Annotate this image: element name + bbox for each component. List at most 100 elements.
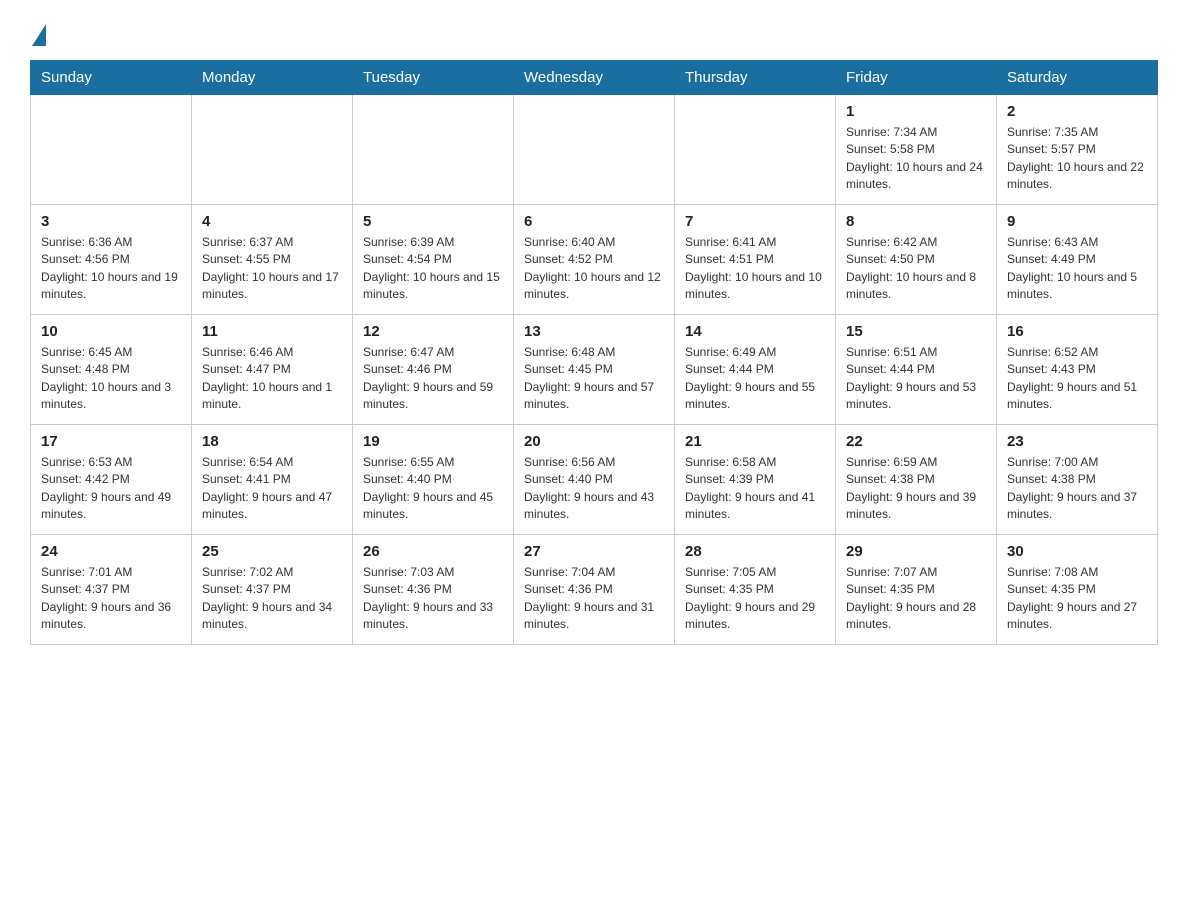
calendar-cell: 16 Sunrise: 6:52 AM Sunset: 4:43 PM Dayli…	[997, 315, 1158, 425]
day-info: Sunrise: 7:02 AM Sunset: 4:37 PM Dayligh…	[202, 564, 342, 634]
day-number: 12	[363, 323, 503, 340]
logo-triangle-icon	[32, 24, 46, 46]
calendar-cell: 17 Sunrise: 6:53 AM Sunset: 4:42 PM Dayli…	[31, 425, 192, 535]
column-header-sunday: Sunday	[31, 61, 192, 95]
calendar-cell	[675, 95, 836, 205]
day-info: Sunrise: 7:08 AM Sunset: 4:35 PM Dayligh…	[1007, 564, 1147, 634]
day-number: 24	[41, 543, 181, 560]
day-number: 10	[41, 323, 181, 340]
day-info: Sunrise: 7:01 AM Sunset: 4:37 PM Dayligh…	[41, 564, 181, 634]
calendar-cell: 15Sunrise: 6:51 AM Sunset: 4:44 PM Dayli…	[836, 315, 997, 425]
calendar-cell: 20Sunrise: 6:56 AM Sunset: 4:40 PM Dayli…	[514, 425, 675, 535]
day-number: 14	[685, 323, 825, 340]
calendar-cell	[514, 95, 675, 205]
calendar-cell: 6 Sunrise: 6:40 AM Sunset: 4:52 PM Daylig…	[514, 205, 675, 315]
calendar-week-2: 3 Sunrise: 6:36 AM Sunset: 4:56 PM Daylig…	[31, 205, 1158, 315]
calendar-cell: 13Sunrise: 6:48 AM Sunset: 4:45 PM Dayli…	[514, 315, 675, 425]
day-number: 21	[685, 433, 825, 450]
day-info: Sunrise: 6:53 AM Sunset: 4:42 PM Dayligh…	[41, 454, 181, 524]
day-number: 11	[202, 323, 342, 340]
day-info: Sunrise: 6:42 AM Sunset: 4:50 PM Dayligh…	[846, 234, 986, 304]
calendar-cell: 22 Sunrise: 6:59 AM Sunset: 4:38 PM Dayli…	[836, 425, 997, 535]
calendar-cell: 24 Sunrise: 7:01 AM Sunset: 4:37 PM Dayli…	[31, 535, 192, 645]
day-info: Sunrise: 6:58 AM Sunset: 4:39 PM Dayligh…	[685, 454, 825, 524]
calendar-cell: 10 Sunrise: 6:45 AM Sunset: 4:48 PM Dayli…	[31, 315, 192, 425]
day-number: 4	[202, 213, 342, 230]
day-number: 6	[524, 213, 664, 230]
day-number: 1	[846, 103, 986, 120]
day-number: 26	[363, 543, 503, 560]
day-number: 30	[1007, 543, 1147, 560]
day-info: Sunrise: 6:37 AM Sunset: 4:55 PM Dayligh…	[202, 234, 342, 304]
calendar-cell: 2 Sunrise: 7:35 AM Sunset: 5:57 PM Daylig…	[997, 95, 1158, 205]
day-info: Sunrise: 6:49 AM Sunset: 4:44 PM Dayligh…	[685, 344, 825, 414]
day-number: 29	[846, 543, 986, 560]
day-info: Sunrise: 6:46 AM Sunset: 4:47 PM Dayligh…	[202, 344, 342, 414]
calendar-cell: 9 Sunrise: 6:43 AM Sunset: 4:49 PM Daylig…	[997, 205, 1158, 315]
day-number: 5	[363, 213, 503, 230]
calendar-cell: 29 Sunrise: 7:07 AM Sunset: 4:35 PM Dayli…	[836, 535, 997, 645]
day-number: 9	[1007, 213, 1147, 230]
calendar-header-row: SundayMondayTuesdayWednesdayThursdayFrid…	[31, 61, 1158, 95]
calendar-cell: 30 Sunrise: 7:08 AM Sunset: 4:35 PM Dayli…	[997, 535, 1158, 645]
calendar-cell: 28 Sunrise: 7:05 AM Sunset: 4:35 PM Dayli…	[675, 535, 836, 645]
calendar-cell	[192, 95, 353, 205]
calendar-table: SundayMondayTuesdayWednesdayThursdayFrid…	[30, 60, 1158, 645]
column-header-wednesday: Wednesday	[514, 61, 675, 95]
page-header	[30, 20, 1158, 42]
day-number: 7	[685, 213, 825, 230]
day-info: Sunrise: 6:36 AM Sunset: 4:56 PM Dayligh…	[41, 234, 181, 304]
day-info: Sunrise: 6:47 AM Sunset: 4:46 PM Dayligh…	[363, 344, 503, 414]
calendar-cell: 26 Sunrise: 7:03 AM Sunset: 4:36 PM Dayli…	[353, 535, 514, 645]
day-info: Sunrise: 7:07 AM Sunset: 4:35 PM Dayligh…	[846, 564, 986, 634]
calendar-cell: 18Sunrise: 6:54 AM Sunset: 4:41 PM Dayli…	[192, 425, 353, 535]
day-info: Sunrise: 6:56 AM Sunset: 4:40 PM Dayligh…	[524, 454, 664, 524]
day-info: Sunrise: 6:41 AM Sunset: 4:51 PM Dayligh…	[685, 234, 825, 304]
day-number: 22	[846, 433, 986, 450]
calendar-cell: 1 Sunrise: 7:34 AM Sunset: 5:58 PM Daylig…	[836, 95, 997, 205]
calendar-cell: 19 Sunrise: 6:55 AM Sunset: 4:40 PM Dayli…	[353, 425, 514, 535]
logo	[30, 20, 46, 42]
day-number: 13	[524, 323, 664, 340]
calendar-week-3: 10 Sunrise: 6:45 AM Sunset: 4:48 PM Dayli…	[31, 315, 1158, 425]
day-number: 19	[363, 433, 503, 450]
calendar-week-4: 17 Sunrise: 6:53 AM Sunset: 4:42 PM Dayli…	[31, 425, 1158, 535]
day-info: Sunrise: 6:43 AM Sunset: 4:49 PM Dayligh…	[1007, 234, 1147, 304]
day-number: 3	[41, 213, 181, 230]
day-info: Sunrise: 7:03 AM Sunset: 4:36 PM Dayligh…	[363, 564, 503, 634]
day-number: 25	[202, 543, 342, 560]
day-info: Sunrise: 6:52 AM Sunset: 4:43 PM Dayligh…	[1007, 344, 1147, 414]
calendar-week-1: 1 Sunrise: 7:34 AM Sunset: 5:58 PM Daylig…	[31, 95, 1158, 205]
day-info: Sunrise: 6:39 AM Sunset: 4:54 PM Dayligh…	[363, 234, 503, 304]
day-info: Sunrise: 6:45 AM Sunset: 4:48 PM Dayligh…	[41, 344, 181, 414]
calendar-cell: 7 Sunrise: 6:41 AM Sunset: 4:51 PM Daylig…	[675, 205, 836, 315]
day-number: 15	[846, 323, 986, 340]
calendar-cell: 3 Sunrise: 6:36 AM Sunset: 4:56 PM Daylig…	[31, 205, 192, 315]
day-number: 2	[1007, 103, 1147, 120]
calendar-cell	[353, 95, 514, 205]
day-info: Sunrise: 7:05 AM Sunset: 4:35 PM Dayligh…	[685, 564, 825, 634]
calendar-cell	[31, 95, 192, 205]
day-number: 17	[41, 433, 181, 450]
calendar-cell: 8 Sunrise: 6:42 AM Sunset: 4:50 PM Daylig…	[836, 205, 997, 315]
calendar-cell: 25 Sunrise: 7:02 AM Sunset: 4:37 PM Dayli…	[192, 535, 353, 645]
column-header-thursday: Thursday	[675, 61, 836, 95]
day-number: 16	[1007, 323, 1147, 340]
day-info: Sunrise: 7:00 AM Sunset: 4:38 PM Dayligh…	[1007, 454, 1147, 524]
day-info: Sunrise: 6:55 AM Sunset: 4:40 PM Dayligh…	[363, 454, 503, 524]
day-info: Sunrise: 7:34 AM Sunset: 5:58 PM Dayligh…	[846, 124, 986, 194]
column-header-monday: Monday	[192, 61, 353, 95]
day-number: 28	[685, 543, 825, 560]
calendar-cell: 23 Sunrise: 7:00 AM Sunset: 4:38 PM Dayli…	[997, 425, 1158, 535]
day-number: 27	[524, 543, 664, 560]
day-info: Sunrise: 6:59 AM Sunset: 4:38 PM Dayligh…	[846, 454, 986, 524]
calendar-cell: 4 Sunrise: 6:37 AM Sunset: 4:55 PM Daylig…	[192, 205, 353, 315]
calendar-cell: 21 Sunrise: 6:58 AM Sunset: 4:39 PM Dayli…	[675, 425, 836, 535]
calendar-cell: 11 Sunrise: 6:46 AM Sunset: 4:47 PM Dayli…	[192, 315, 353, 425]
day-info: Sunrise: 7:35 AM Sunset: 5:57 PM Dayligh…	[1007, 124, 1147, 194]
calendar-week-5: 24 Sunrise: 7:01 AM Sunset: 4:37 PM Dayli…	[31, 535, 1158, 645]
calendar-cell: 14 Sunrise: 6:49 AM Sunset: 4:44 PM Dayli…	[675, 315, 836, 425]
day-number: 8	[846, 213, 986, 230]
day-info: Sunrise: 6:40 AM Sunset: 4:52 PM Dayligh…	[524, 234, 664, 304]
day-number: 23	[1007, 433, 1147, 450]
